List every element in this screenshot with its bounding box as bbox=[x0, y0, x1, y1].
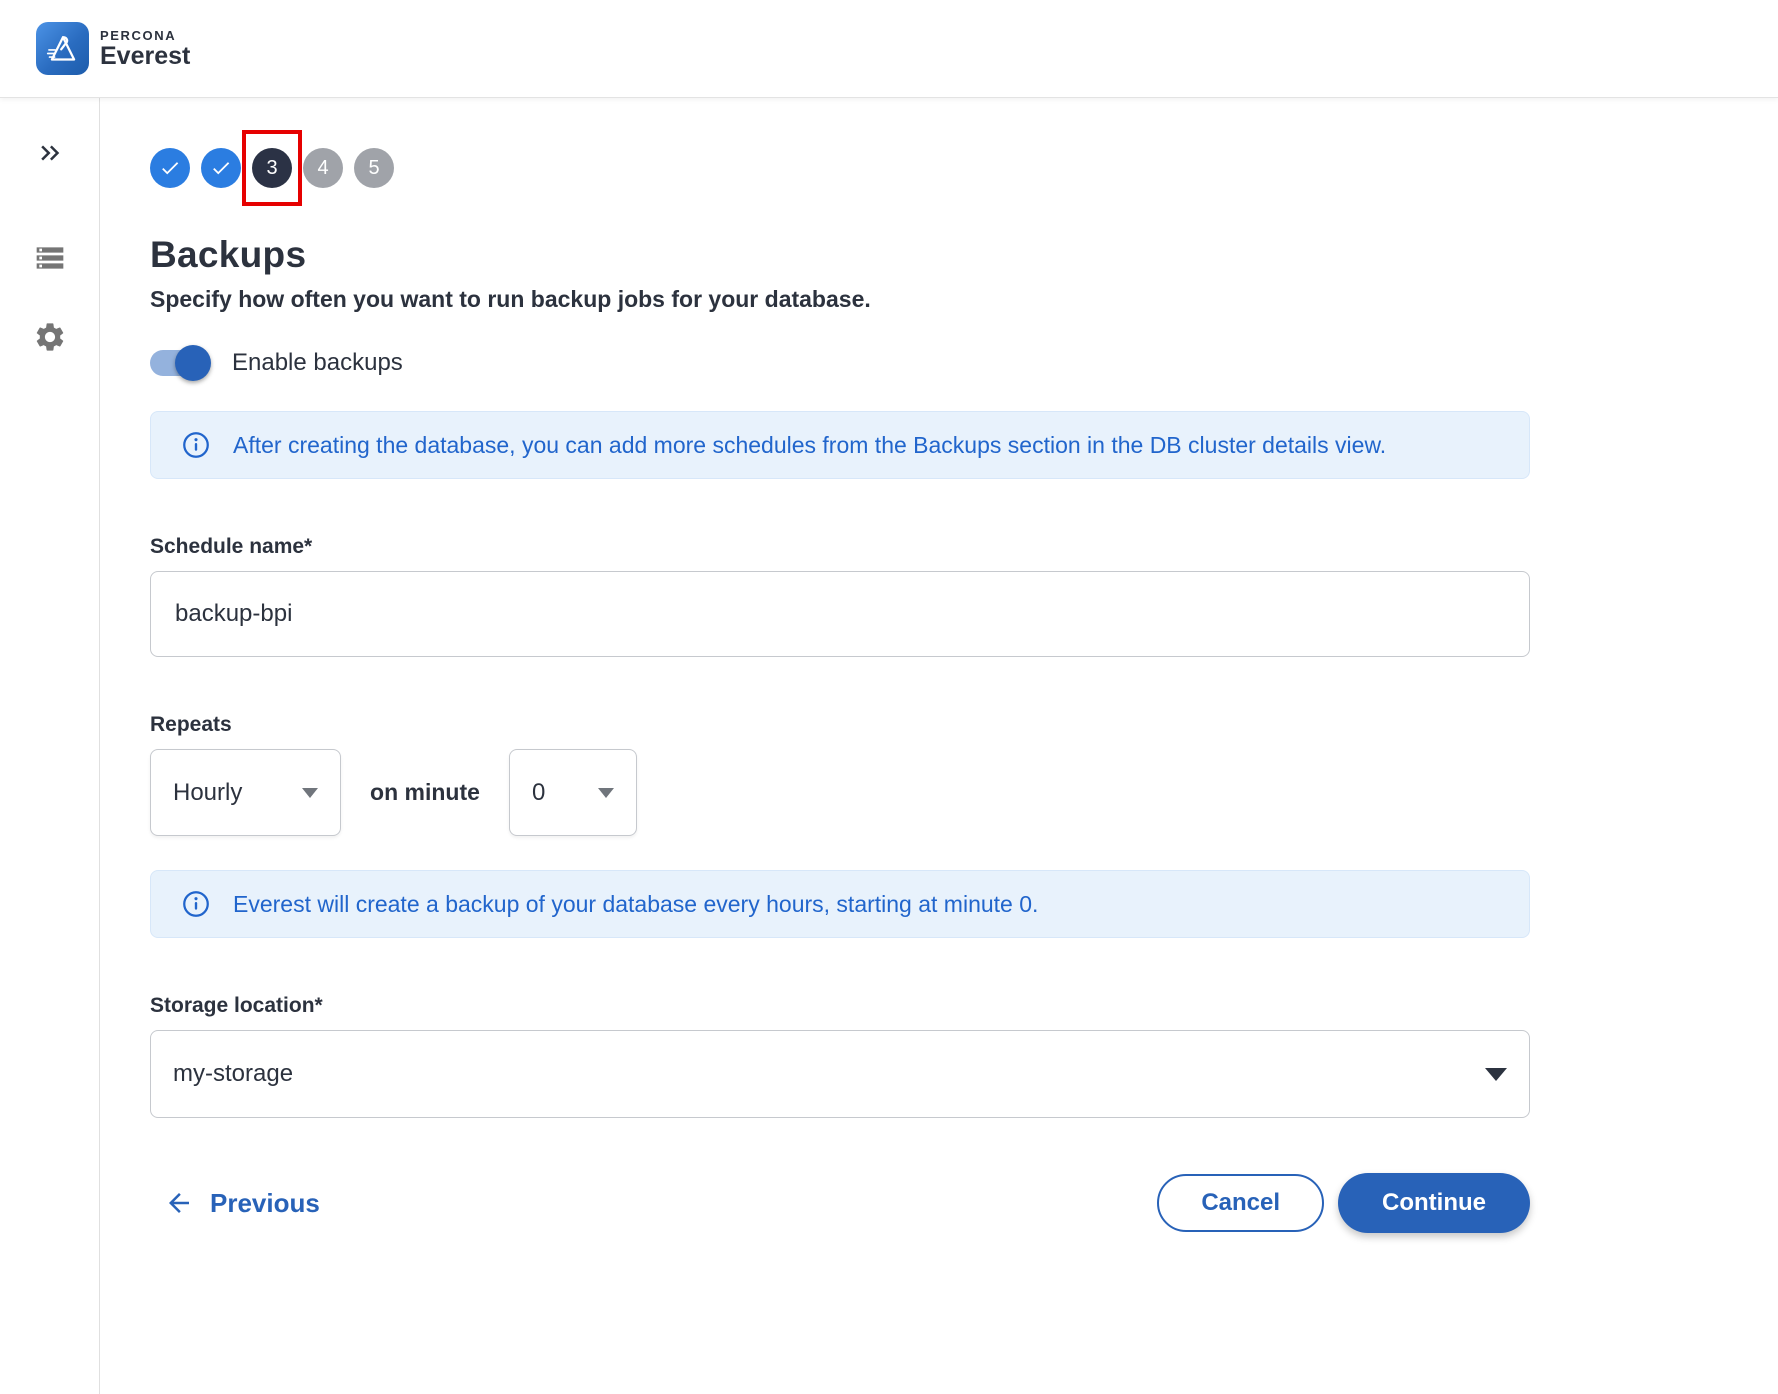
page-subtitle: Specify how often you want to run backup… bbox=[150, 286, 1530, 313]
info-banner-schedules: After creating the database, you can add… bbox=[150, 411, 1530, 479]
previous-label: Previous bbox=[210, 1188, 320, 1219]
schedule-name-input[interactable] bbox=[150, 571, 1530, 657]
info-icon bbox=[181, 889, 211, 919]
chevron-down-icon bbox=[302, 788, 318, 798]
toggle-thumb bbox=[175, 345, 211, 381]
frequency-value: Hourly bbox=[173, 779, 242, 807]
storage-location-label: Storage location* bbox=[150, 994, 1530, 1018]
wizard-stepper: 3 4 5 bbox=[150, 148, 1530, 188]
frequency-select[interactable]: Hourly bbox=[150, 749, 341, 836]
chevron-down-icon bbox=[598, 788, 614, 798]
step-5[interactable]: 5 bbox=[354, 148, 394, 188]
step-2-completed[interactable] bbox=[201, 148, 241, 188]
double-chevron-right-icon bbox=[35, 138, 65, 168]
info-banner-text: Everest will create a backup of your dat… bbox=[233, 891, 1038, 918]
brand-everest: Everest bbox=[100, 44, 190, 69]
step-4[interactable]: 4 bbox=[303, 148, 343, 188]
minute-value: 0 bbox=[532, 779, 545, 807]
step-1-completed[interactable] bbox=[150, 148, 190, 188]
repeats-label: Repeats bbox=[150, 713, 1530, 737]
info-banner-backup-frequency: Everest will create a backup of your dat… bbox=[150, 870, 1530, 938]
brand-wordmark: PERCONA Everest bbox=[100, 29, 190, 69]
sidebar bbox=[0, 98, 100, 1394]
previous-button[interactable]: Previous bbox=[164, 1188, 320, 1219]
app-header: PERCONA Everest bbox=[0, 0, 1778, 98]
sidebar-item-databases[interactable] bbox=[34, 242, 66, 274]
chevron-down-icon bbox=[1485, 1068, 1507, 1081]
sidebar-item-settings[interactable] bbox=[33, 320, 67, 354]
step-3-active[interactable]: 3 bbox=[252, 148, 292, 188]
repeats-row: Hourly on minute 0 bbox=[150, 749, 1530, 836]
wizard-main: 3 4 5 Backups Specify how often you want… bbox=[100, 98, 1778, 1394]
page-title: Backups bbox=[150, 234, 1530, 276]
info-banner-text: After creating the database, you can add… bbox=[233, 432, 1386, 459]
databases-icon bbox=[34, 242, 66, 274]
brand-percona: PERCONA bbox=[100, 29, 190, 42]
mountain-logo-icon bbox=[45, 31, 81, 67]
check-icon bbox=[159, 157, 181, 179]
info-icon bbox=[181, 430, 211, 460]
continue-button[interactable]: Continue bbox=[1338, 1173, 1530, 1233]
on-minute-label: on minute bbox=[365, 779, 485, 806]
wizard-footer: Previous Cancel Continue bbox=[150, 1173, 1530, 1233]
percona-everest-logo bbox=[36, 22, 89, 75]
check-icon bbox=[210, 157, 232, 179]
minute-select[interactable]: 0 bbox=[509, 749, 637, 836]
storage-location-value: my-storage bbox=[173, 1060, 293, 1088]
enable-backups-label: Enable backups bbox=[232, 349, 403, 377]
storage-location-select[interactable]: my-storage bbox=[150, 1030, 1530, 1118]
enable-backups-row: Enable backups bbox=[150, 349, 1530, 377]
cancel-button[interactable]: Cancel bbox=[1157, 1174, 1324, 1232]
enable-backups-toggle[interactable] bbox=[150, 350, 208, 376]
settings-gear-icon bbox=[33, 320, 67, 354]
arrow-left-icon bbox=[164, 1188, 194, 1218]
schedule-name-label: Schedule name* bbox=[150, 535, 1530, 559]
expand-sidebar-button[interactable] bbox=[35, 138, 65, 168]
